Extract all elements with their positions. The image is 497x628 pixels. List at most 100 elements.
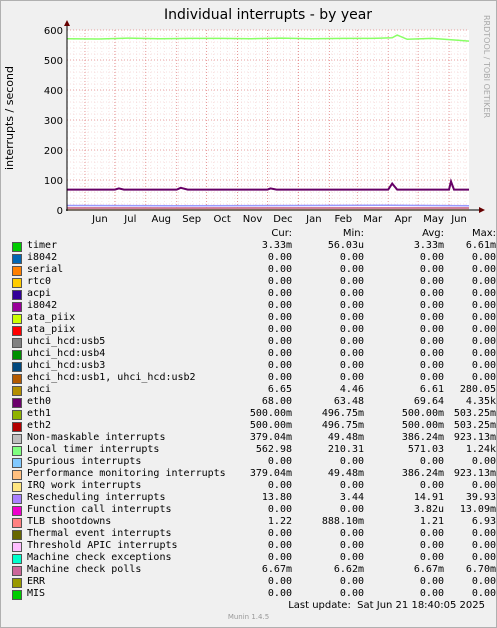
legend-cur-value: 0.00 (267, 540, 292, 551)
legend-min-value: 56.03u (327, 240, 364, 251)
legend-label: timer (27, 240, 58, 251)
legend-label: ERR (27, 576, 46, 587)
legend-cur-value: 0.00 (267, 588, 292, 599)
legend-label: ata_piix (27, 324, 76, 335)
legend-min-value: 49.48m (327, 432, 364, 443)
header-cur: Cur: (271, 228, 292, 239)
legend-label: uhci_hcd:usb3 (27, 360, 106, 371)
legend-label: Machine check exceptions (27, 552, 172, 563)
legend-label: i8042 (27, 252, 58, 263)
x-tick-label: Aug (151, 214, 171, 225)
legend-min-value: 0.00 (339, 480, 364, 491)
legend-min-value: 0.00 (339, 336, 364, 347)
legend-max-value: 923.13m (453, 432, 496, 443)
legend-min-value: 888.10m (321, 516, 364, 527)
legend-cur-value: 0.00 (267, 264, 292, 275)
legend-label: acpi (27, 288, 52, 299)
legend-max-value: 39.93 (465, 492, 496, 503)
y-tick-label: 100 (44, 176, 63, 187)
legend-min-value: 0.00 (339, 348, 364, 359)
x-tick-label: Jun (450, 214, 467, 225)
legend-cur-value: 379.04m (249, 468, 292, 479)
legend-cur-value: 0.00 (267, 312, 292, 323)
legend-min-value: 0.00 (339, 288, 364, 299)
legend-label: Function call interrupts (27, 504, 172, 515)
legend-max-value: 0.00 (471, 588, 496, 599)
legend-min-value: 0.00 (339, 576, 364, 587)
legend-cur-value: 0.00 (267, 480, 292, 491)
legend-max-value: 0.00 (471, 312, 496, 323)
y-tick-label: 0 (57, 206, 63, 217)
legend-swatch (12, 254, 22, 264)
legend-cur-value: 0.00 (267, 324, 292, 335)
legend-label: Thermal event interrupts (27, 528, 172, 539)
legend-cur-value: 379.04m (249, 432, 292, 443)
legend-max-value: 0.00 (471, 576, 496, 587)
legend-min-value: 0.00 (339, 276, 364, 287)
legend-min-value: 0.00 (339, 540, 364, 551)
legend-min-value: 0.00 (339, 360, 364, 371)
y-tick-label: 600 (44, 26, 63, 37)
legend-label: Spurious interrupts (27, 456, 142, 467)
legend-max-value: 0.00 (471, 336, 496, 347)
legend-label: Machine check polls (27, 564, 142, 575)
legend-swatch (12, 410, 22, 420)
legend-label: eth0 (27, 396, 52, 407)
legend-cur-value: 500.00m (249, 408, 292, 419)
legend-max-value: 0.00 (471, 528, 496, 539)
legend-swatch (12, 518, 22, 528)
x-tick-label: Oct (213, 214, 230, 225)
legend-cur-value: 0.00 (267, 336, 292, 347)
legend-min-value: 0.00 (339, 324, 364, 335)
legend-max-value: 6.70m (465, 564, 496, 575)
legend-label: ata_piix (27, 312, 76, 323)
x-tick-label: Sep (182, 214, 201, 225)
chart-title: Individual interrupts - by year (164, 7, 372, 23)
legend-label: Non-maskable interrupts (27, 432, 166, 443)
legend-min-value: 496.75m (321, 420, 364, 431)
legend-cur-value: 0.00 (267, 372, 292, 383)
legend-max-value: 0.00 (471, 276, 496, 287)
legend-swatch (12, 590, 22, 600)
legend-swatch (12, 506, 22, 516)
x-tick-label: Apr (395, 214, 413, 225)
legend-max-value: 0.00 (471, 324, 496, 335)
legend-swatch (12, 398, 22, 408)
legend-cur-value: 13.80 (261, 492, 292, 503)
legend-swatch (12, 554, 22, 564)
legend-cur-value: 500.00m (249, 420, 292, 431)
legend-cur-value: 0.00 (267, 528, 292, 539)
legend-label: MIS (27, 588, 46, 599)
legend-max-value: 503.25m (453, 420, 496, 431)
legend-swatch (12, 278, 22, 288)
legend-cur-value: 0.00 (267, 300, 292, 311)
legend-swatch (12, 542, 22, 552)
legend-min-value: 63.48 (333, 396, 364, 407)
legend-cur-value: 0.00 (267, 576, 292, 587)
legend-cur-value: 0.00 (267, 288, 292, 299)
legend-cur-value: 0.00 (267, 252, 292, 263)
legend-max-value: 0.00 (471, 300, 496, 311)
legend-min-value: 3.44 (339, 492, 364, 503)
legend-swatch (12, 422, 22, 432)
legend-max-value: 1.24k (465, 444, 496, 455)
legend-label: Rescheduling interrupts (27, 492, 166, 503)
legend-min-value: 6.62m (333, 564, 364, 575)
legend-cur-value: 0.00 (267, 456, 292, 467)
legend-max-value: 13.09m (459, 504, 496, 515)
y-axis-arrow (64, 20, 70, 26)
legend-swatch (12, 458, 22, 468)
header-min: Min: (342, 228, 364, 239)
legend-swatch (12, 566, 22, 576)
legend-max-value: 503.25m (453, 408, 496, 419)
legend-label: rtc0 (27, 276, 52, 287)
x-axis-arrow (479, 207, 485, 213)
legend-min-value: 0.00 (339, 504, 364, 515)
legend-max-value: 4.35k (465, 396, 496, 407)
legend-swatch (12, 338, 22, 348)
legend-swatch (12, 446, 22, 456)
legend-cur-value: 3.33m (261, 240, 292, 251)
legend-min-value: 0.00 (339, 528, 364, 539)
legend-label: Threshold APIC interrupts (27, 540, 178, 551)
rrdtool-watermark: RRDTOOL / TOBI OETIKER (482, 15, 491, 118)
